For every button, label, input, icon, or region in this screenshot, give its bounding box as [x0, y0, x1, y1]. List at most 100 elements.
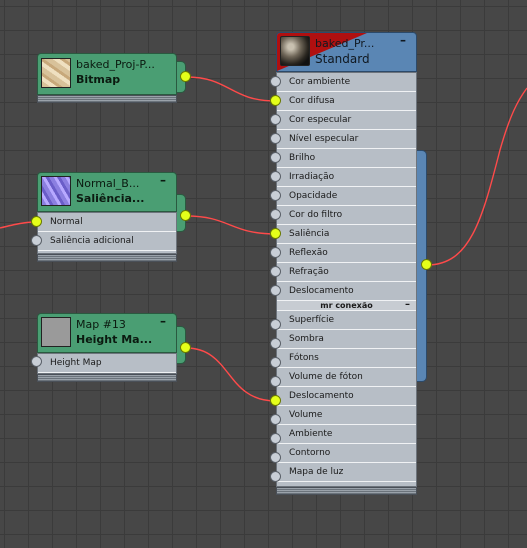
- input-row-mr-deslocamento[interactable]: Deslocamento: [277, 387, 416, 406]
- normal-bump-thumbnail: [41, 176, 71, 206]
- input-label: Reflexão: [289, 248, 328, 258]
- normal-bump-collapse-icon[interactable]: –: [158, 174, 168, 186]
- input-label: Brilho: [289, 153, 316, 163]
- volume-de-foton-socket[interactable]: [270, 376, 281, 387]
- normal-bump-output-socket[interactable]: [180, 210, 191, 221]
- input-label: Cor especular: [289, 115, 352, 125]
- input-row-deslocamento[interactable]: Deslocamento: [277, 282, 416, 301]
- input-row-volume-de-foton[interactable]: Volume de fóton: [277, 368, 416, 387]
- input-row-sombra[interactable]: Sombra: [277, 330, 416, 349]
- input-row-brilho[interactable]: Brilho: [277, 149, 416, 168]
- reflexao-socket[interactable]: [270, 247, 281, 258]
- normal-bump-node-type: Saliência...: [76, 192, 145, 205]
- input-label: Sombra: [289, 334, 324, 344]
- section-collapse-icon[interactable]: –: [405, 300, 410, 310]
- cor-difusa-socket[interactable]: [270, 95, 281, 106]
- ambiente-socket[interactable]: [270, 433, 281, 444]
- input-label: Opacidade: [289, 191, 338, 201]
- mr-deslocamento-socket[interactable]: [270, 395, 281, 406]
- material-output-socket[interactable]: [421, 259, 432, 270]
- input-row-height-map[interactable]: Height Map: [38, 354, 176, 373]
- material-node-header[interactable]: baked_Pr... Standard –: [276, 32, 417, 72]
- input-label: Cor do filtro: [289, 210, 343, 220]
- input-label: Nível especular: [289, 134, 359, 144]
- input-row-cor-ambiente[interactable]: Cor ambiente: [277, 73, 416, 92]
- input-row-saliencia-adicional[interactable]: Saliência adicional: [38, 232, 176, 251]
- normal-bump-node[interactable]: Normal_B... Saliência... – Normal Saliên…: [37, 172, 177, 262]
- input-row-contorno[interactable]: Contorno: [277, 444, 416, 463]
- height-map-collapse-icon[interactable]: –: [158, 315, 168, 327]
- input-row-cor-do-filtro[interactable]: Cor do filtro: [277, 206, 416, 225]
- material-node[interactable]: baked_Pr... Standard – Cor ambiente Cor …: [276, 32, 417, 496]
- input-label: Saliência adicional: [50, 236, 134, 246]
- input-row-irradiacao[interactable]: Irradiação: [277, 168, 416, 187]
- input-label: Ambiente: [289, 429, 333, 439]
- wire-material-output[interactable]: [426, 87, 527, 266]
- input-row-fotons[interactable]: Fótons: [277, 349, 416, 368]
- height-map-output-socket[interactable]: [180, 342, 191, 353]
- wire-map13-to-deslocamento[interactable]: [185, 347, 277, 402]
- input-label: Fótons: [289, 353, 319, 363]
- input-row-nivel-especular[interactable]: Nível especular: [277, 130, 416, 149]
- input-row-cor-difusa[interactable]: Cor difusa: [277, 92, 416, 111]
- input-row-refracao[interactable]: Refração: [277, 263, 416, 282]
- height-map-inputs: Height Map: [37, 353, 177, 374]
- input-label: Contorno: [289, 448, 331, 458]
- contorno-socket[interactable]: [270, 452, 281, 463]
- mapa-de-luz-socket[interactable]: [270, 471, 281, 482]
- cor-do-filtro-socket[interactable]: [270, 209, 281, 220]
- normal-bump-node-title: Normal_B...: [76, 177, 140, 190]
- deslocamento-socket[interactable]: [270, 285, 281, 296]
- cor-especular-socket[interactable]: [270, 114, 281, 125]
- input-row-opacidade[interactable]: Opacidade: [277, 187, 416, 206]
- input-row-mapa-de-luz[interactable]: Mapa de luz: [277, 463, 416, 482]
- input-row-volume[interactable]: Volume: [277, 406, 416, 425]
- height-map-node-header[interactable]: Map #13 Height Ma... –: [37, 313, 177, 353]
- nivel-especular-socket[interactable]: [270, 133, 281, 144]
- saliencia-socket[interactable]: [270, 228, 281, 239]
- input-label: Volume de fóton: [289, 372, 363, 382]
- input-label: Volume: [289, 410, 323, 420]
- height-map-thumbnail: [41, 317, 71, 347]
- height-map-node-title: Map #13: [76, 318, 126, 331]
- input-row-ambiente[interactable]: Ambiente: [277, 425, 416, 444]
- opacidade-socket[interactable]: [270, 190, 281, 201]
- refracao-socket[interactable]: [270, 266, 281, 277]
- fotons-socket[interactable]: [270, 357, 281, 368]
- superficie-socket[interactable]: [270, 319, 281, 330]
- cor-ambiente-socket[interactable]: [270, 76, 281, 87]
- input-row-superficie[interactable]: Superfície: [277, 311, 416, 330]
- material-node-footer: [276, 487, 417, 495]
- wire-normal-to-saliencia[interactable]: [185, 215, 277, 235]
- brilho-socket[interactable]: [270, 152, 281, 163]
- material-sphere-thumbnail: [280, 36, 310, 66]
- normal-bump-node-header[interactable]: Normal_B... Saliência... –: [37, 172, 177, 212]
- input-row-normal[interactable]: Normal: [38, 213, 176, 232]
- bitmap-node-header[interactable]: baked_Proj-P... Bitmap: [37, 53, 177, 95]
- input-label: Cor difusa: [289, 96, 335, 106]
- input-label: Saliência: [289, 229, 330, 239]
- material-collapse-icon[interactable]: –: [398, 34, 408, 46]
- bitmap-node[interactable]: baked_Proj-P... Bitmap: [37, 53, 177, 103]
- normal-input-socket[interactable]: [31, 216, 42, 227]
- bitmap-output-socket[interactable]: [180, 71, 191, 82]
- input-row-cor-especular[interactable]: Cor especular: [277, 111, 416, 130]
- material-node-title: baked_Pr...: [315, 37, 375, 50]
- volume-socket[interactable]: [270, 414, 281, 425]
- input-label: Irradiação: [289, 172, 335, 182]
- material-node-type: Standard: [315, 52, 370, 66]
- input-label: Deslocamento: [289, 391, 354, 401]
- saliencia-adicional-input-socket[interactable]: [31, 235, 42, 246]
- height-map-node-footer: [37, 374, 177, 382]
- section-label: mr conexão: [320, 301, 373, 310]
- mr-connection-section-header[interactable]: mr conexão –: [277, 300, 416, 311]
- input-row-saliencia[interactable]: Saliência: [277, 225, 416, 244]
- sombra-socket[interactable]: [270, 338, 281, 349]
- input-label: Normal: [50, 217, 83, 227]
- irradiacao-socket[interactable]: [270, 171, 281, 182]
- height-map-node[interactable]: Map #13 Height Ma... – Height Map: [37, 313, 177, 382]
- input-row-reflexao[interactable]: Reflexão: [277, 244, 416, 263]
- height-map-input-socket[interactable]: [31, 356, 42, 367]
- wire-bitmap-to-cor-difusa[interactable]: [185, 76, 277, 102]
- input-label: Deslocamento: [289, 286, 354, 296]
